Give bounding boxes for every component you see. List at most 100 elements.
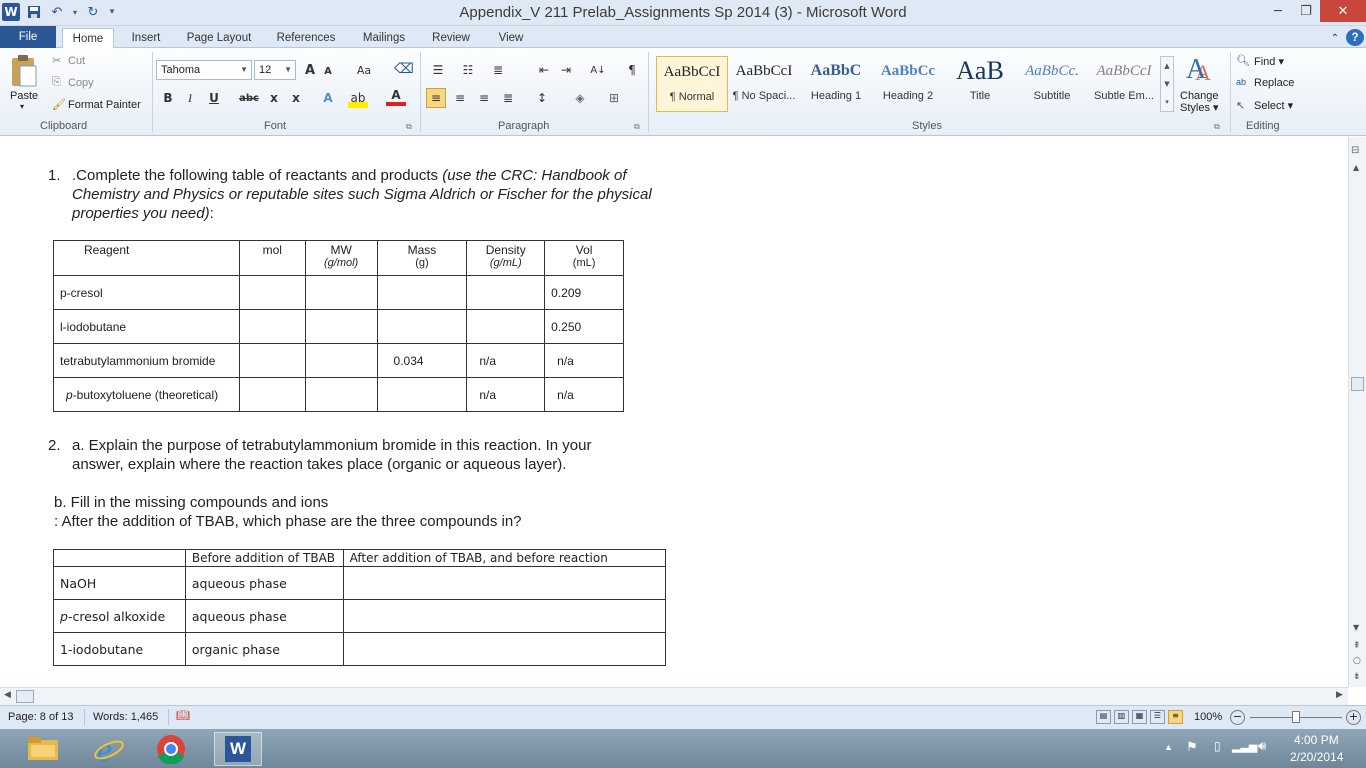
word-count[interactable]: Words: 1,465	[93, 711, 158, 723]
scroll-thumb[interactable]	[16, 690, 34, 703]
format-painter-icon[interactable]: 🖌	[52, 98, 66, 111]
table-cell[interactable]: aqueous phase	[184, 566, 344, 600]
copy-button[interactable]: Copy	[68, 77, 94, 89]
table-cell[interactable]	[304, 377, 378, 412]
select-button[interactable]: Select ▾	[1254, 99, 1293, 112]
change-styles-icon[interactable]: AA	[1180, 52, 1220, 86]
table-cell[interactable]	[238, 275, 306, 310]
table-cell[interactable]	[238, 309, 306, 344]
table-cell[interactable]: 1-iodobutane	[53, 632, 186, 666]
proofing-icon[interactable]: 📖︎	[176, 709, 190, 722]
table-cell[interactable]: aqueous phase	[184, 599, 344, 633]
horizontal-scrollbar[interactable]: ◀ ▶	[0, 687, 1348, 705]
table-cell[interactable]: n/a	[466, 377, 546, 412]
clock-time[interactable]: 4:00 PM	[1294, 733, 1339, 747]
restore-icon[interactable]: ❐	[1292, 0, 1320, 22]
tab-home[interactable]: Home	[62, 28, 114, 49]
table-cell[interactable]: p-cresol	[53, 275, 240, 310]
italic-button[interactable]: I	[180, 88, 200, 108]
table-cell[interactable]	[376, 275, 468, 310]
align-center-icon[interactable]: ≡	[450, 88, 470, 108]
table-cell[interactable]	[238, 343, 306, 378]
multilevel-list-icon[interactable]: ≣	[488, 60, 508, 80]
document-canvas[interactable]: 1. .Complete the following table of reac…	[0, 137, 1348, 687]
show-formatting-icon[interactable]: ¶	[622, 60, 642, 80]
zoom-level[interactable]: 100%	[1194, 711, 1222, 723]
table-cell[interactable]	[342, 566, 667, 600]
numbering-icon[interactable]: ☷	[458, 60, 478, 80]
network-signal-icon[interactable]: ▂▃▅	[1232, 740, 1257, 753]
select-icon[interactable]: ↖	[1236, 99, 1245, 112]
table-cell[interactable]	[342, 599, 667, 633]
cut-button[interactable]: Cut	[68, 55, 85, 67]
justify-icon[interactable]: ≣	[498, 88, 518, 108]
style-no-spacing[interactable]: AaBbCcI ¶ No Spaci...	[728, 56, 800, 112]
font-color-icon[interactable]: A	[386, 88, 406, 106]
outline-icon[interactable]: ☰	[1150, 710, 1165, 724]
scroll-left-icon[interactable]: ◀	[4, 690, 11, 700]
font-size-combo[interactable]: 12 ▼	[254, 60, 296, 80]
style-normal[interactable]: AaBbCcI ¶ Normal	[656, 56, 728, 112]
browse-object-icon[interactable]: ○	[1353, 656, 1361, 666]
subscript-button[interactable]: x	[264, 88, 284, 108]
table-cell[interactable]: p-cresol alkoxide	[53, 599, 186, 633]
paste-icon[interactable]	[8, 54, 42, 88]
tab-view[interactable]: View	[490, 28, 532, 48]
style-title[interactable]: AaB Title	[944, 56, 1016, 112]
table-cell[interactable]	[304, 343, 378, 378]
previous-page-icon[interactable]: ⇞	[1353, 641, 1361, 651]
table-cell[interactable]: n/a	[544, 343, 624, 378]
increase-indent-icon[interactable]: ⇥	[556, 60, 576, 80]
table-cell[interactable]: n/a	[544, 377, 624, 412]
table-cell[interactable]: p-butoxytoluene (theoretical)	[53, 377, 240, 412]
underline-button[interactable]: U	[204, 88, 224, 108]
ruler-toggle-icon[interactable]: ⊟	[1351, 145, 1359, 156]
change-case-icon[interactable]: Aa	[352, 60, 376, 80]
table-cell[interactable]: 0.034	[376, 343, 468, 378]
cut-icon[interactable]: ✂	[52, 54, 61, 67]
table-cell[interactable]	[466, 275, 546, 310]
replace-button[interactable]: Replace	[1254, 77, 1294, 89]
style-subtitle[interactable]: AaBbCc. Subtitle	[1016, 56, 1088, 112]
vertical-scrollbar[interactable]: ⊟ ▲ ▼ ⇞ ○ ⇟	[1348, 137, 1366, 687]
scroll-thumb[interactable]	[1351, 377, 1364, 391]
table-cell[interactable]: n/a	[466, 343, 546, 378]
table-cell[interactable]	[376, 377, 468, 412]
copy-icon[interactable]: ⎘	[52, 76, 61, 89]
internet-explorer-icon[interactable]: e	[86, 732, 132, 766]
style-heading-2[interactable]: AaBbCc Heading 2	[872, 56, 944, 112]
borders-icon[interactable]: ⊞	[604, 88, 624, 108]
line-spacing-icon[interactable]: ↕	[532, 88, 552, 108]
tab-review[interactable]: Review	[426, 28, 476, 48]
table-cell[interactable]	[376, 309, 468, 344]
table-cell[interactable]	[342, 632, 667, 666]
file-explorer-icon[interactable]	[20, 732, 66, 766]
text-effects-icon[interactable]: A	[318, 88, 338, 108]
highlight-icon[interactable]: ab	[348, 88, 368, 108]
bold-button[interactable]: B	[158, 88, 178, 108]
scroll-up-icon[interactable]: ▲	[1353, 163, 1359, 172]
format-painter-button[interactable]: Format Painter	[68, 99, 141, 111]
next-page-icon[interactable]: ⇟	[1353, 672, 1361, 682]
volume-icon[interactable]: 🔊︎	[1258, 738, 1266, 754]
style-subtle-emphasis[interactable]: AaBbCcI Subtle Em...	[1088, 56, 1160, 112]
close-icon[interactable]: ✕	[1320, 0, 1366, 22]
dialog-launcher-icon[interactable]: ⧉	[634, 122, 640, 132]
align-left-icon[interactable]: ≡	[426, 88, 446, 108]
table-cell[interactable]	[304, 309, 378, 344]
strikethrough-button[interactable]: abc	[236, 88, 262, 108]
help-icon[interactable]: ?	[1346, 29, 1364, 46]
shrink-font-icon[interactable]: A	[318, 61, 338, 81]
clear-formatting-icon[interactable]: ⌫	[394, 59, 414, 79]
table-cell[interactable]: tetrabutylammonium bromide	[53, 343, 240, 378]
draft-icon[interactable]: ≡	[1168, 710, 1183, 724]
replace-icon[interactable]: ab	[1236, 77, 1246, 87]
font-name-combo[interactable]: Tahoma ▼	[156, 60, 252, 80]
styles-gallery-scroll[interactable]: ▲ ▼ ▾	[1160, 56, 1174, 112]
clock-date[interactable]: 2/20/2014	[1290, 750, 1343, 764]
tab-references[interactable]: References	[270, 28, 342, 48]
bullets-icon[interactable]: ☰	[428, 60, 448, 80]
paste-dropdown-icon[interactable]: ▾	[20, 102, 24, 111]
decrease-indent-icon[interactable]: ⇤	[534, 60, 554, 80]
style-heading-1[interactable]: AaBbC Heading 1	[800, 56, 872, 112]
